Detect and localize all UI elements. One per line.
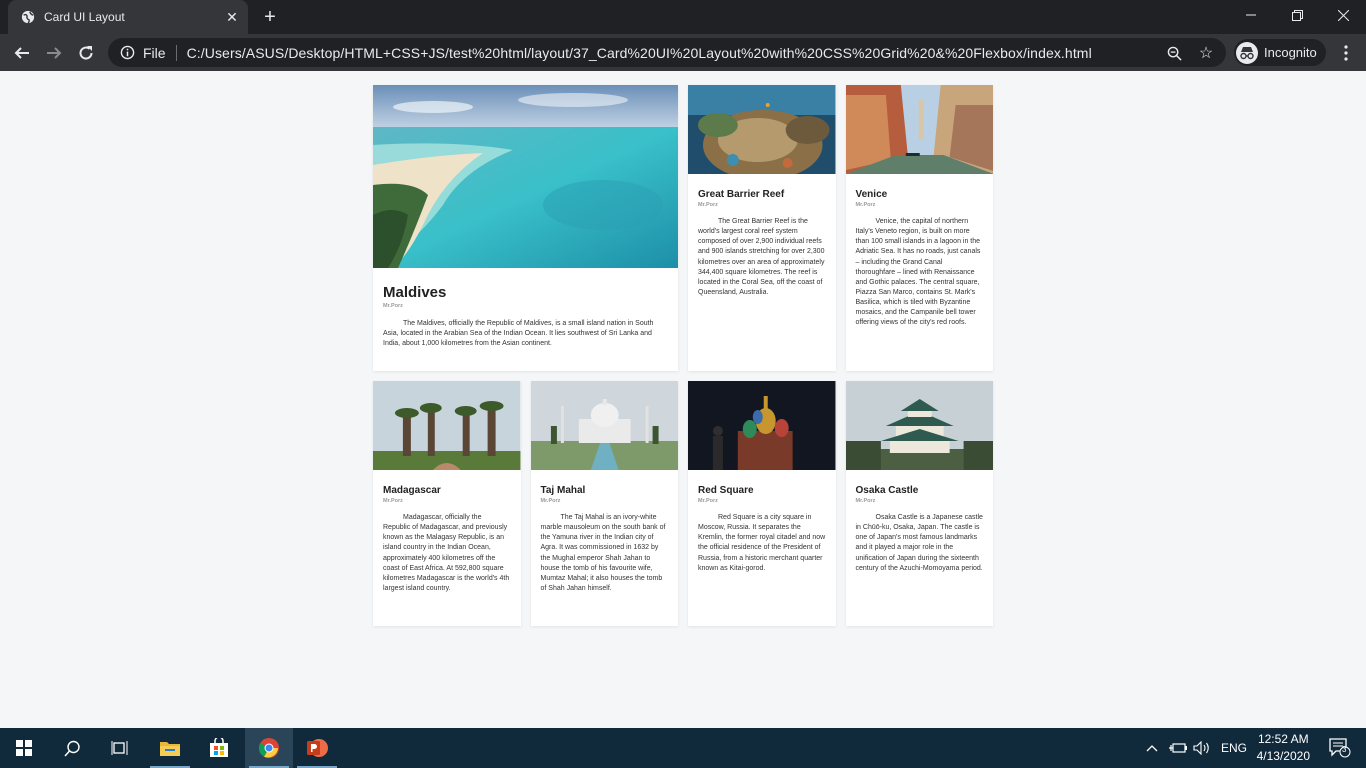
- card-taj-mahal[interactable]: Taj Mahal Mr.Porz The Taj Mahal is an iv…: [530, 381, 678, 626]
- card-title: Osaka Castle: [855, 485, 919, 496]
- card-text: Venice, the capital of northern Italy's …: [855, 218, 981, 327]
- venice-canal-image: [845, 85, 993, 174]
- maldives-beach-image: [373, 85, 678, 268]
- card-venice[interactable]: Venice Mr.Porz Venice, the capital of no…: [845, 85, 993, 371]
- baobab-trees-image: [373, 381, 521, 470]
- info-icon[interactable]: [118, 44, 136, 62]
- minimize-icon[interactable]: [1228, 0, 1274, 30]
- store-icon[interactable]: [195, 728, 243, 768]
- file-scheme-label: File: [143, 44, 166, 61]
- card-grid: Maldives Mr.Porz The Maldives, officiall…: [373, 85, 993, 626]
- card-text: Red Square is a city square in Moscow, R…: [698, 514, 826, 572]
- bookmark-star-icon[interactable]: ☆: [1196, 43, 1216, 63]
- search-icon[interactable]: [48, 728, 96, 768]
- windows-taskbar: ENG 12:52 AM 4/13/2020 3: [0, 728, 1366, 768]
- omnibox-divider: [175, 44, 177, 61]
- card-author: Mr.Porz: [698, 202, 718, 208]
- url-text[interactable]: C:/Users/ASUS/Desktop/HTML+CSS+JS/test%2…: [187, 45, 1092, 61]
- st-basils-cathedral-image: [688, 381, 836, 470]
- card-title: Great Barrier Reef: [698, 189, 785, 200]
- card-author: Mr.Porz: [383, 303, 403, 309]
- system-tray: ENG: [1145, 728, 1247, 768]
- card-text: Madagascar, officially the Republic of M…: [383, 514, 510, 592]
- reload-icon[interactable]: [72, 39, 100, 67]
- start-windows-icon[interactable]: [0, 728, 48, 768]
- taj-mahal-image: [530, 381, 678, 470]
- browser-tab[interactable]: Card UI Layout ✕: [8, 0, 248, 34]
- card-osaka-castle[interactable]: Osaka Castle Mr.Porz Osaka Castle is a J…: [845, 381, 993, 626]
- battery-icon[interactable]: [1167, 742, 1189, 754]
- language-indicator[interactable]: ENG: [1221, 741, 1247, 755]
- close-tab-icon[interactable]: ✕: [220, 5, 244, 29]
- card-author: Mr.Porz: [855, 498, 876, 504]
- incognito-label: Incognito: [1264, 45, 1317, 60]
- new-tab-icon[interactable]: +: [258, 5, 282, 29]
- card-title: Venice: [855, 189, 888, 200]
- osaka-castle-image: [845, 381, 993, 470]
- file-explorer-icon[interactable]: [146, 728, 194, 768]
- notification-center-icon[interactable]: 3: [1316, 728, 1364, 768]
- zoom-icon[interactable]: [1164, 43, 1184, 63]
- address-bar[interactable]: File C:/Users/ASUS/Desktop/HTML+CSS+JS/t…: [108, 38, 1226, 67]
- browser-toolbar: File C:/Users/ASUS/Desktop/HTML+CSS+JS/t…: [0, 34, 1366, 71]
- card-title: Maldives: [383, 284, 447, 301]
- chrome-icon[interactable]: [245, 728, 293, 768]
- incognito-indicator[interactable]: Incognito: [1234, 39, 1326, 66]
- card-author: Mr.Porz: [855, 202, 876, 208]
- card-author: Mr.Porz: [383, 498, 403, 504]
- card-author: Mr.Porz: [540, 498, 561, 504]
- card-great-barrier-reef[interactable]: Great Barrier Reef Mr.Porz The Great Bar…: [688, 85, 836, 371]
- coral-reef-image: [688, 85, 836, 180]
- browser-titlebar: Card UI Layout ✕ +: [0, 0, 1366, 34]
- card-title: Red Square: [698, 485, 754, 496]
- globe-icon: [20, 9, 36, 25]
- restore-icon[interactable]: [1274, 0, 1320, 30]
- card-madagascar[interactable]: Madagascar Mr.Porz Madagascar, officiall…: [373, 381, 521, 626]
- clock-date: 4/13/2020: [1256, 749, 1310, 763]
- clock-time: 12:52 AM: [1257, 732, 1309, 746]
- back-icon[interactable]: [8, 39, 36, 67]
- card-text: The Great Barrier Reef is the world's la…: [698, 218, 825, 296]
- card-text: The Maldives, officially the Republic of…: [383, 320, 654, 348]
- menu-kebab-icon[interactable]: [1334, 39, 1358, 67]
- notification-count: 3: [1342, 745, 1347, 754]
- forward-icon[interactable]: [40, 39, 68, 67]
- powerpoint-icon[interactable]: [293, 728, 341, 768]
- task-view-icon[interactable]: [96, 728, 144, 768]
- card-author: Mr.Porz: [698, 498, 718, 504]
- card-text: The Taj Mahal is an ivory-white marble m…: [540, 514, 666, 592]
- card-text: Osaka Castle is a Japanese castle in Chū…: [855, 514, 983, 572]
- close-window-icon[interactable]: [1320, 0, 1366, 30]
- system-clock[interactable]: 12:52 AM 4/13/2020: [1257, 731, 1310, 765]
- chevron-up-icon[interactable]: [1145, 744, 1159, 752]
- incognito-icon: [1236, 41, 1258, 64]
- card-red-square[interactable]: Red Square Mr.Porz Red Square is a city …: [688, 381, 836, 626]
- tab-title: Card UI Layout: [44, 10, 125, 24]
- card-title: Taj Mahal: [540, 485, 586, 496]
- card-title: Madagascar: [383, 485, 441, 496]
- card-maldives[interactable]: Maldives Mr.Porz The Maldives, officiall…: [373, 85, 678, 371]
- volume-icon[interactable]: [1191, 741, 1213, 755]
